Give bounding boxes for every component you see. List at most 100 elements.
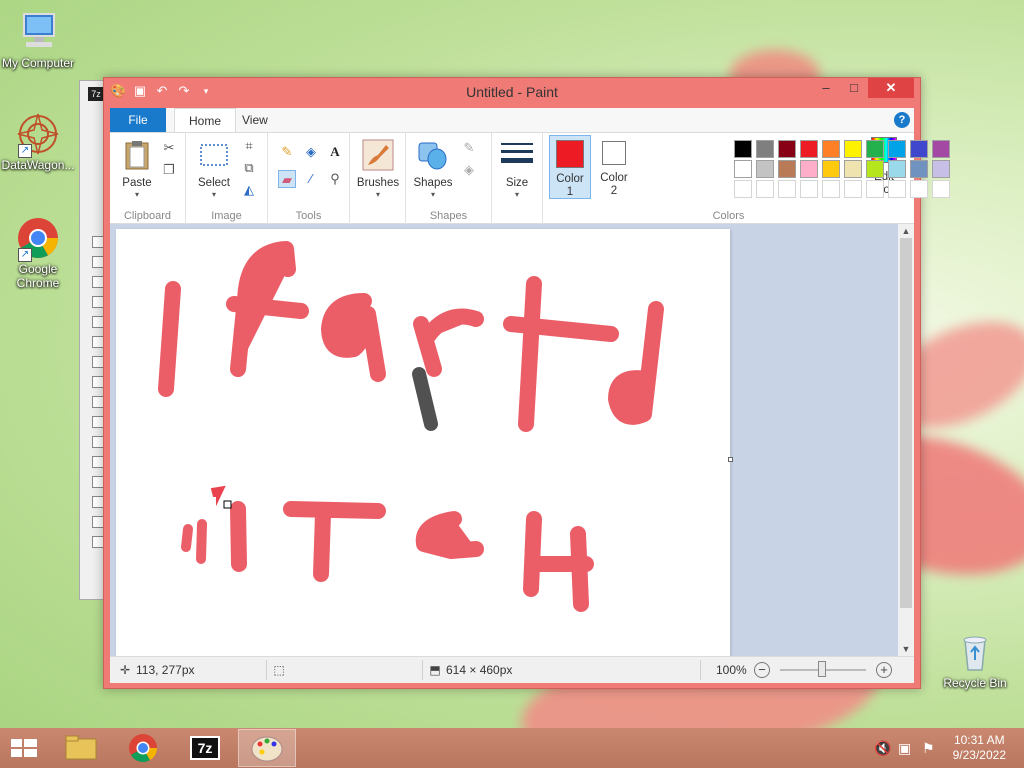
palette-swatch[interactable] [778,180,796,198]
paste-button[interactable]: Paste ▾ [116,139,158,199]
shapes-icon [417,139,449,171]
shortcut-arrow-icon: ↗ [18,248,32,262]
drawing-canvas[interactable] [116,229,733,656]
taskbar-clock[interactable]: 10:31 AM 9/23/2022 [953,733,1006,763]
palette-swatch[interactable] [888,160,906,178]
title-bar[interactable]: 🎨 ▣ ↶ ↷ ▾ Untitled - Paint – □ ✕ [104,78,920,106]
network-icon[interactable]: ▣ [898,740,911,757]
group-size: Size ▾ [492,133,542,225]
text-icon[interactable]: A [326,143,344,161]
desktop-icon-label: Google Chrome [16,262,60,290]
palette-swatch[interactable] [734,140,752,158]
color2-swatch [602,141,626,165]
close-button[interactable]: ✕ [868,78,914,98]
palette-swatch[interactable] [844,160,862,178]
shape-fill-icon[interactable]: ◈ [460,161,478,179]
stroke [608,301,664,425]
color1-swatch [556,140,584,168]
maximize-button[interactable]: □ [840,78,868,98]
outline-icon[interactable]: ✎ [460,139,478,157]
color2-button[interactable]: Color 2 [595,135,633,198]
crosshair-icon: ✛ [119,663,131,677]
paint-palette-icon [251,736,283,762]
resize-icon[interactable]: ⧉ [240,159,258,177]
magnifier-icon[interactable]: ⚲ [326,170,344,188]
palette-swatch[interactable] [866,180,884,198]
desktop-icon-my-computer[interactable]: My Computer [0,10,76,70]
start-button[interactable] [0,729,48,767]
tab-view[interactable]: View [228,108,282,132]
select-button[interactable]: Select ▾ [192,139,236,199]
taskbar-paint[interactable] [238,729,296,767]
color1-button[interactable]: Color 1 [549,135,591,199]
palette-swatch[interactable] [910,160,928,178]
palette-swatch[interactable] [888,140,906,158]
palette-swatch[interactable] [910,180,928,198]
palette-swatch[interactable] [734,180,752,198]
rotate-icon[interactable]: ◭ [240,181,258,199]
color-picker-icon[interactable]: ⁄ [302,170,320,188]
minimize-button[interactable]: – [812,78,840,98]
stroke [415,511,484,559]
palette-swatch[interactable] [932,180,950,198]
scrollbar-thumb[interactable] [900,238,912,608]
cut-icon[interactable]: ✂ [160,139,178,157]
palette-swatch[interactable] [756,160,774,178]
zoom-out-button[interactable]: − [754,662,770,678]
desktop-icon-recycle-bin[interactable]: Recycle Bin [937,630,1013,690]
palette-swatch[interactable] [866,140,884,158]
palette-swatch[interactable] [844,140,862,158]
stroke [283,501,386,582]
canvas-resize-handle-right[interactable] [728,457,733,462]
tab-home[interactable]: Home [174,108,237,133]
datawagon-icon: ↗ [16,112,60,158]
palette-swatch[interactable] [800,140,818,158]
tab-file[interactable]: File [110,108,166,132]
palette-swatch[interactable] [932,140,950,158]
palette-swatch[interactable] [866,160,884,178]
palette-swatch[interactable] [800,160,818,178]
palette-swatch[interactable] [778,140,796,158]
taskbar-7zip[interactable]: 7z [176,729,234,767]
eraser-icon[interactable]: ▰ [278,170,296,188]
cursor-position: ✛ 113, 277px [119,663,195,677]
desktop-icon-datawagon[interactable]: ↗ DataWagon... [0,112,76,172]
palette-swatch[interactable] [822,180,840,198]
palette-swatch[interactable] [910,140,928,158]
palette-swatch[interactable] [734,160,752,178]
size-button[interactable]: Size ▾ [496,139,538,199]
zoom-slider-thumb[interactable] [818,661,826,677]
fill-icon[interactable]: ◈ [302,143,320,161]
palette-swatch[interactable] [844,180,862,198]
taskbar-file-explorer[interactable] [52,729,110,767]
shapes-button[interactable]: Shapes ▾ [410,139,456,199]
taskbar-chrome[interactable] [114,729,172,767]
vertical-scrollbar[interactable]: ▲ ▼ [898,224,914,656]
desktop-icon-google-chrome[interactable]: ↗ Google Chrome [0,216,76,290]
palette-swatch[interactable] [822,160,840,178]
palette-swatch[interactable] [800,180,818,198]
palette-swatch[interactable] [888,180,906,198]
scroll-down-icon[interactable]: ▼ [898,642,914,656]
volume-muted-icon[interactable]: 🔇 [874,740,891,757]
help-icon[interactable]: ? [894,112,910,128]
zoom-in-button[interactable]: + [876,662,892,678]
scroll-up-icon[interactable]: ▲ [898,224,914,238]
selection-size-icon: ⬚ [273,663,285,677]
palette-swatch[interactable] [756,140,774,158]
palette-swatch[interactable] [778,160,796,178]
action-center-icon[interactable]: ⚑ [922,740,935,757]
crop-icon[interactable]: ⌗ [240,137,258,155]
ribbon-tabs: File Home View ? [110,108,914,133]
selection-size: ⬚ [272,663,290,677]
pencil-icon[interactable]: ✎ [278,143,296,161]
brushes-button[interactable]: Brushes ▾ [354,139,402,199]
palette-swatch[interactable] [932,160,950,178]
7zip-icon: 7z [88,87,104,101]
paint-window: 🎨 ▣ ↶ ↷ ▾ Untitled - Paint – □ ✕ File Ho… [103,77,950,689]
palette-swatch[interactable] [822,140,840,158]
stroke [158,281,181,397]
copy-icon[interactable]: ❐ [160,161,178,179]
group-clipboard: Paste ▾ ✂ ❐ Clipboard [110,133,186,225]
palette-swatch[interactable] [756,180,774,198]
